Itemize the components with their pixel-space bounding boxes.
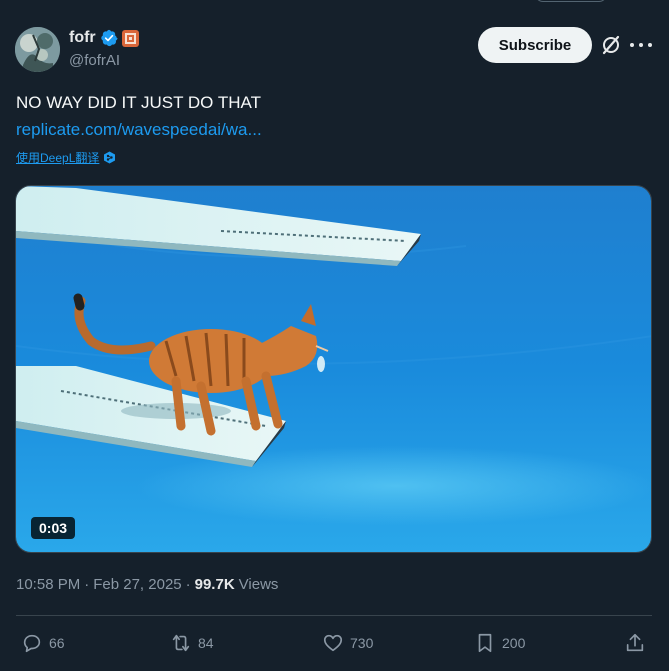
- author-name-row: fofr: [69, 29, 139, 47]
- video-player[interactable]: [15, 185, 652, 553]
- tweet-detail: fofr @fofrAI Subscribe NO WAY DID IT JUS…: [0, 0, 669, 671]
- meta-separator: ·: [185, 576, 191, 593]
- translate-link[interactable]: 使用DeepL翻译: [16, 149, 116, 166]
- repost-icon: [172, 634, 190, 652]
- repost-count: 84: [198, 635, 214, 651]
- views-label: Views: [238, 576, 279, 593]
- more-icon[interactable]: [630, 35, 652, 55]
- affiliate-badge-icon[interactable]: [121, 29, 139, 47]
- tweet-date[interactable]: Feb 27, 2025: [93, 576, 181, 593]
- reply-icon: [23, 634, 41, 653]
- translate-label[interactable]: 使用DeepL翻译: [16, 149, 99, 166]
- reply-button[interactable]: 66: [21, 627, 65, 659]
- like-button[interactable]: 730: [322, 627, 373, 659]
- avatar[interactable]: [15, 27, 60, 72]
- bookmark-count: 200: [502, 635, 526, 651]
- avatar-image: [15, 27, 60, 72]
- share-icon: [626, 633, 644, 652]
- verified-badge-icon: [100, 29, 118, 47]
- video-thumbnail: [16, 186, 651, 552]
- meta-separator: ·: [84, 576, 90, 593]
- action-bar: 66 84 730 200: [0, 627, 669, 659]
- tweet-time[interactable]: 10:58 PM: [16, 576, 80, 593]
- grok-icon[interactable]: [600, 34, 622, 56]
- video-duration: 0:03: [31, 517, 76, 539]
- tweet-meta: 10:58 PM · Feb 27, 2025 · 99.7K Views: [16, 576, 278, 593]
- bookmark-icon: [478, 633, 492, 653]
- views-count: 99.7K: [194, 576, 235, 593]
- heart-icon: [323, 634, 343, 652]
- author-name[interactable]: fofr: [69, 29, 96, 47]
- top-partial-button[interactable]: [535, 0, 607, 2]
- subscribe-button[interactable]: Subscribe: [478, 27, 592, 63]
- deepl-icon: [104, 151, 116, 164]
- bookmark-button[interactable]: 200: [474, 627, 525, 659]
- share-button[interactable]: [624, 627, 646, 659]
- divider: [16, 615, 652, 616]
- repost-button[interactable]: 84: [170, 627, 214, 659]
- tweet-text: NO WAY DID IT JUST DO THAT: [16, 93, 261, 112]
- like-count: 730: [350, 635, 374, 651]
- author-handle[interactable]: @fofrAI: [69, 52, 120, 69]
- reply-count: 66: [49, 635, 65, 651]
- tweet-link[interactable]: replicate.com/wavespeedai/wa...: [16, 120, 262, 140]
